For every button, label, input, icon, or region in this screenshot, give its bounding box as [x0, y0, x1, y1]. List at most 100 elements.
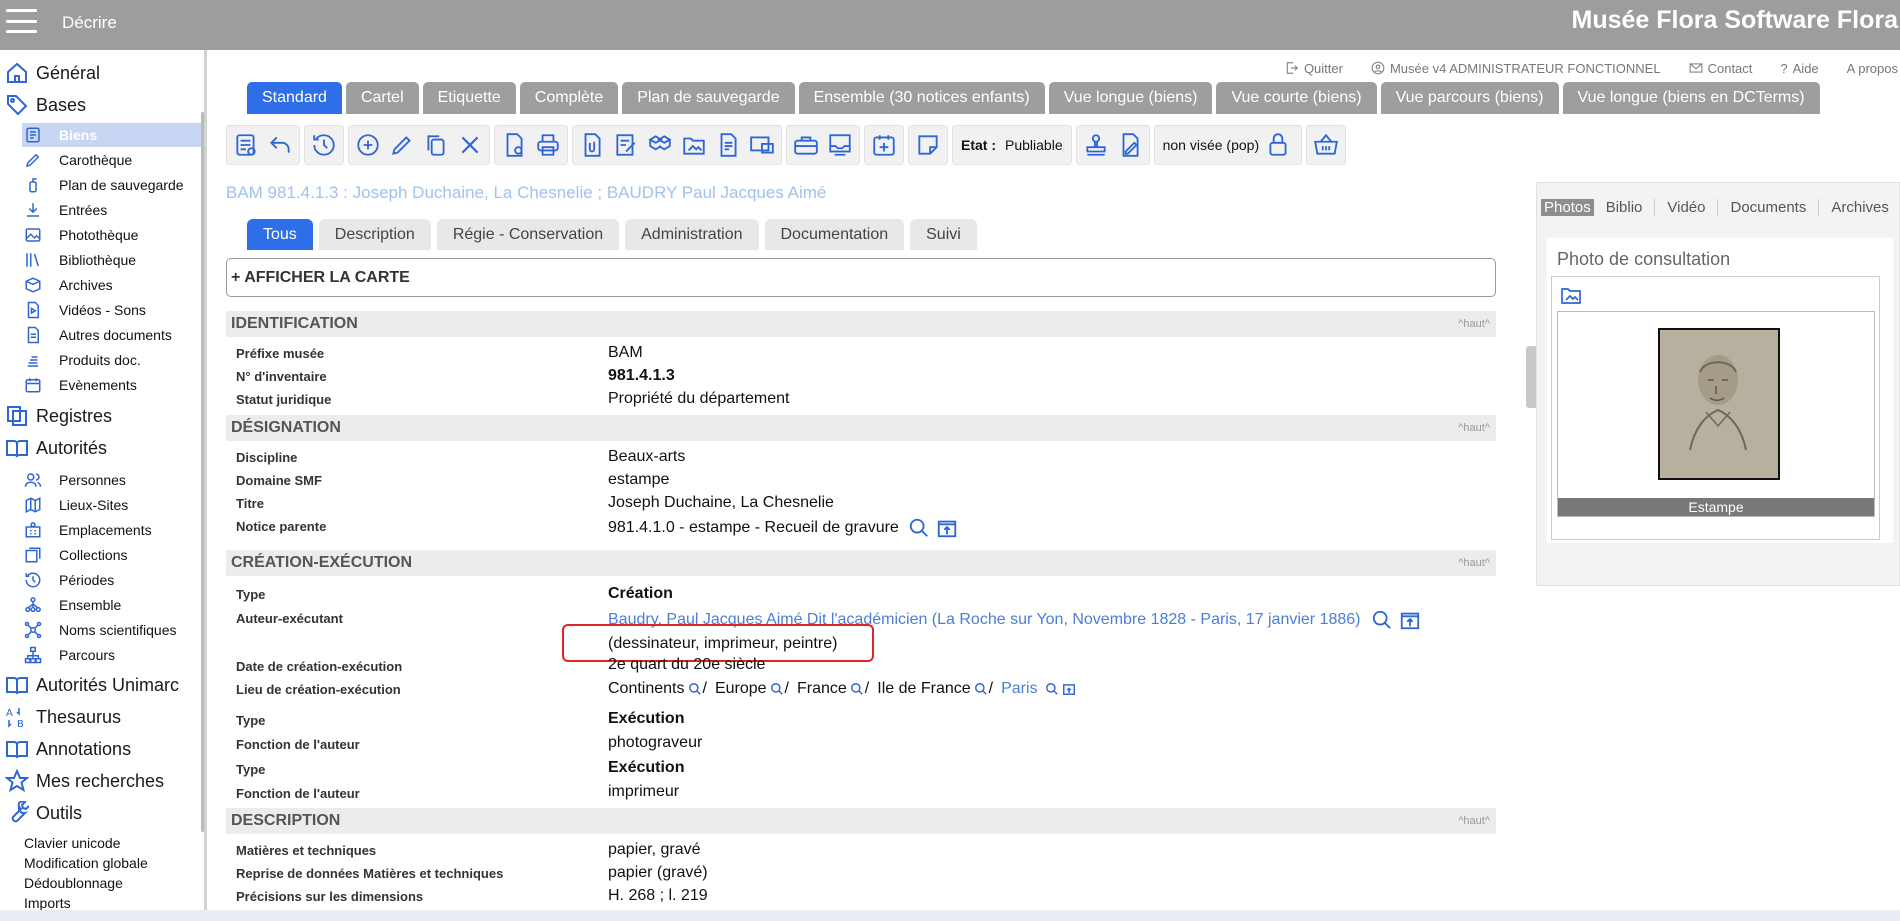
- artwork-thumbnail[interactable]: [1658, 328, 1780, 480]
- status-indicator[interactable]: Etat : Publiable: [952, 125, 1072, 165]
- tab-vue-longue-biens[interactable]: Vue longue (biens): [1048, 82, 1213, 114]
- sidebar-item-autorites[interactable]: Autorités: [0, 433, 204, 463]
- document-attach-icon[interactable]: [577, 130, 607, 160]
- sidebar-item-videos[interactable]: Vidéos - Sons: [22, 298, 204, 322]
- sidebar-item-registres[interactable]: Registres: [0, 401, 204, 431]
- folder-image-icon[interactable]: [1558, 283, 1584, 307]
- sidebar-item-mes-recherches[interactable]: Mes recherches: [0, 766, 204, 796]
- tab-ensemble[interactable]: Ensemble (30 notices enfants): [798, 82, 1045, 114]
- help-link[interactable]: ? Aide: [1780, 58, 1818, 78]
- sidebar-item-periodes[interactable]: Périodes: [22, 568, 204, 592]
- tab-tous[interactable]: Tous: [247, 219, 313, 250]
- sidebar-item-personnes[interactable]: Personnes: [22, 468, 204, 492]
- sticky-note-icon[interactable]: [913, 130, 943, 160]
- sidebar-item-annotations[interactable]: Annotations: [0, 734, 204, 764]
- undo-icon[interactable]: [265, 130, 295, 160]
- sidebar-item-biens[interactable]: Biens: [22, 123, 204, 147]
- tab-photos[interactable]: Photos: [1541, 199, 1594, 216]
- delete-x-icon[interactable]: [455, 130, 485, 160]
- tool-modification-globale[interactable]: Modification globale: [24, 855, 148, 871]
- tab-regie-conservation[interactable]: Régie - Conservation: [436, 219, 620, 250]
- search-icon[interactable]: [770, 682, 784, 696]
- search-icon[interactable]: [1371, 609, 1393, 631]
- toolbox-icon[interactable]: [791, 130, 821, 160]
- place-paris-link[interactable]: Paris: [1001, 680, 1037, 698]
- tab-vue-longue-dcterms[interactable]: Vue longue (biens en DCTerms): [1562, 82, 1820, 114]
- sidebar-scrollbar[interactable]: [201, 112, 204, 832]
- tool-imports[interactable]: Imports: [24, 895, 71, 911]
- stamp-icon[interactable]: [1081, 130, 1111, 160]
- pdf-export-icon[interactable]: [499, 130, 529, 160]
- boxes-icon[interactable]: [645, 130, 675, 160]
- sidebar-item-thesaurus[interactable]: AB Thesaurus: [0, 702, 204, 732]
- sidebar-item-emplacements[interactable]: Emplacements: [22, 518, 204, 542]
- search-icon[interactable]: [974, 682, 988, 696]
- calendar-add-icon[interactable]: [869, 130, 899, 160]
- sidebar-item-entrees[interactable]: Entrées: [22, 198, 204, 222]
- sidebar-item-outils[interactable]: Outils: [0, 798, 204, 828]
- tab-cartel[interactable]: Cartel: [345, 82, 419, 114]
- sidebar-item-autres-documents[interactable]: Autres documents: [22, 323, 204, 347]
- user-link[interactable]: Musée v4 ADMINISTRATEUR FONCTIONNEL: [1371, 58, 1661, 78]
- show-map-toggle[interactable]: + AFFICHER LA CARTE: [226, 258, 1496, 297]
- basket-icon[interactable]: [1311, 130, 1341, 160]
- edit-pencil-icon[interactable]: [387, 130, 417, 160]
- lock-icon[interactable]: [1263, 130, 1293, 160]
- tab-documentation[interactable]: Documentation: [764, 219, 905, 250]
- print-icon[interactable]: [533, 130, 563, 160]
- search-icon[interactable]: [908, 517, 930, 539]
- tab-description[interactable]: Description: [318, 219, 431, 250]
- tab-vue-parcours-biens[interactable]: Vue parcours (biens): [1380, 82, 1559, 114]
- sidebar-item-autorites-unimarc[interactable]: Autorités Unimarc: [0, 670, 204, 700]
- back-to-top-link[interactable]: ^haut^: [1458, 318, 1490, 330]
- add-icon[interactable]: [353, 130, 383, 160]
- panel-resize-handle[interactable]: [1526, 346, 1536, 408]
- open-link-icon[interactable]: [1062, 682, 1076, 696]
- sidebar-item-general[interactable]: Général: [0, 58, 204, 88]
- sidebar-item-collections[interactable]: Collections: [22, 543, 204, 567]
- tab-standard[interactable]: Standard: [247, 82, 342, 114]
- sidebar-item-produits-doc[interactable]: Produits doc.: [22, 348, 204, 372]
- document-list-icon[interactable]: [713, 130, 743, 160]
- sidebar-item-lieux-sites[interactable]: Lieux-Sites: [22, 493, 204, 517]
- visee-indicator[interactable]: non visée (pop): [1153, 125, 1303, 165]
- tab-video[interactable]: Vidéo: [1665, 199, 1719, 216]
- hamburger-menu-icon[interactable]: [6, 9, 37, 33]
- sidebar-item-noms-scientifiques[interactable]: Noms scientifiques: [22, 618, 204, 642]
- inbox-icon[interactable]: [825, 130, 855, 160]
- back-to-top-link[interactable]: ^haut^: [1458, 422, 1490, 434]
- tab-administration[interactable]: Administration: [625, 219, 759, 250]
- search-icon[interactable]: [688, 682, 702, 696]
- back-to-top-link[interactable]: ^haut^: [1458, 815, 1490, 827]
- folder-image-icon[interactable]: [679, 130, 709, 160]
- tab-documents[interactable]: Documents: [1728, 199, 1820, 216]
- sidebar-item-bases[interactable]: Bases: [0, 90, 204, 120]
- copy-icon[interactable]: [421, 130, 451, 160]
- document-edit-icon[interactable]: [611, 130, 641, 160]
- sidebar-item-evenements[interactable]: Evènements: [22, 373, 204, 397]
- history-icon[interactable]: [309, 130, 339, 160]
- quit-link[interactable]: Quitter: [1285, 58, 1343, 78]
- tab-complete[interactable]: Complète: [519, 82, 619, 114]
- open-link-icon[interactable]: [1399, 609, 1421, 631]
- tab-plan-sauvegarde[interactable]: Plan de sauvegarde: [622, 82, 795, 114]
- sidebar-item-bibliotheque[interactable]: Bibliothèque: [22, 248, 204, 272]
- sign-document-icon[interactable]: [1115, 130, 1145, 160]
- tab-etiquette[interactable]: Etiquette: [422, 82, 516, 114]
- sidebar-item-plan-sauvegarde[interactable]: Plan de sauvegarde: [22, 173, 204, 197]
- back-to-top-link[interactable]: ^haut^: [1458, 557, 1490, 569]
- tool-dedoublonnage[interactable]: Dédoublonnage: [24, 875, 123, 891]
- tab-biblio[interactable]: Biblio: [1604, 199, 1656, 216]
- tab-vue-courte-biens[interactable]: Vue courte (biens): [1216, 82, 1377, 114]
- search-icon[interactable]: [850, 682, 864, 696]
- search-icon[interactable]: [1045, 682, 1059, 696]
- tab-suivi[interactable]: Suivi: [910, 219, 977, 250]
- media-icon[interactable]: [747, 130, 777, 160]
- about-link[interactable]: A propos: [1847, 58, 1898, 78]
- sidebar-item-phototheque[interactable]: Photothèque: [22, 223, 204, 247]
- sidebar-item-carotheque[interactable]: Carothèque: [22, 148, 204, 172]
- sidebar-item-parcours[interactable]: Parcours: [22, 643, 204, 667]
- tool-clavier-unicode[interactable]: Clavier unicode: [24, 835, 121, 851]
- sidebar-item-archives[interactable]: Archives: [22, 273, 204, 297]
- tab-archives[interactable]: Archives: [1829, 199, 1900, 216]
